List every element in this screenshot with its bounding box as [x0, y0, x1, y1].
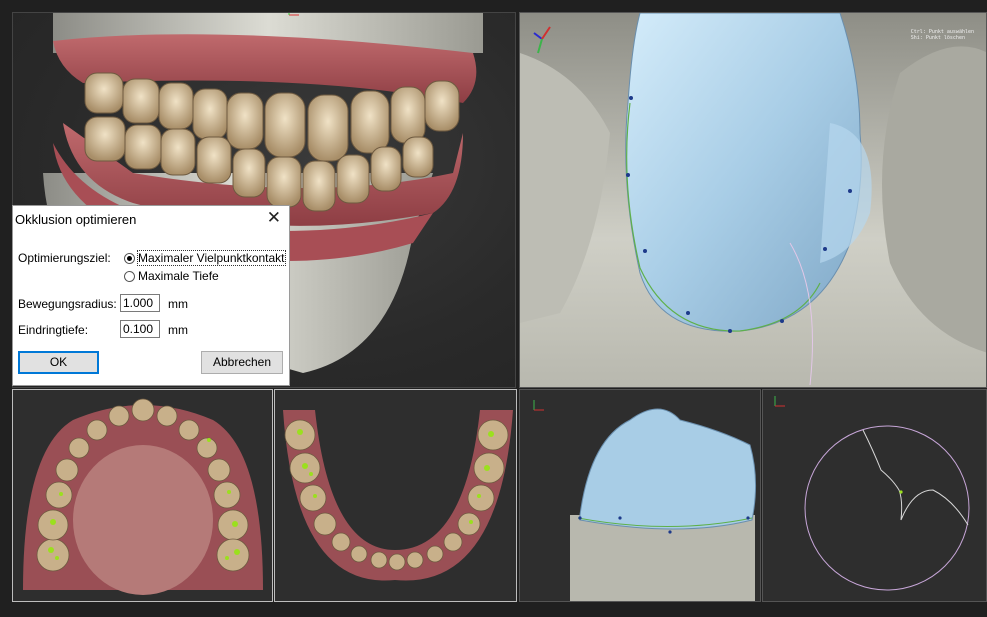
shortcut-hint: Ctrl: Punkt auswählen Shi: Punkt löschen	[911, 29, 974, 41]
goal-radio-max-depth[interactable]	[124, 271, 135, 282]
crown-side-viewport[interactable]	[519, 389, 761, 602]
section-render	[774, 396, 970, 591]
goal-label: Optimierungsziel:	[18, 251, 111, 265]
lower-arch-render	[283, 410, 513, 581]
section-viewport[interactable]	[762, 389, 987, 602]
ok-button[interactable]: OK	[18, 351, 99, 374]
goal-option-max-contact[interactable]: Maximaler Vielpunktkontakt	[137, 250, 286, 266]
occlusion-optimize-dialog: Okklusion optimieren ✕ Optimierungsziel:…	[12, 205, 290, 386]
axis-triad-icon	[533, 400, 544, 411]
depth-unit: mm	[168, 323, 188, 337]
radius-unit: mm	[168, 297, 188, 311]
goal-option-max-depth[interactable]: Maximale Tiefe	[138, 269, 219, 283]
radius-input[interactable]: 1.000	[120, 294, 160, 312]
crown-render	[520, 13, 986, 387]
upper-arch-viewport[interactable]	[12, 389, 273, 602]
close-icon[interactable]: ✕	[267, 208, 281, 228]
depth-input[interactable]: 0.100	[120, 320, 160, 338]
lower-arch-viewport[interactable]	[274, 389, 517, 602]
cancel-button[interactable]: Abbrechen	[201, 351, 283, 374]
goal-radio-max-contact[interactable]	[124, 253, 135, 264]
axis-triad-icon	[774, 396, 785, 407]
crown-detail-viewport[interactable]: Ctrl: Punkt auswählen Shi: Punkt löschen	[519, 12, 987, 388]
depth-label: Eindringtiefe:	[18, 323, 89, 337]
radius-label: Bewegungsradius:	[18, 297, 117, 311]
dialog-title: Okklusion optimieren	[15, 212, 137, 227]
hud-line: Shi: Punkt löschen	[910, 35, 965, 41]
upper-arch-render	[23, 398, 263, 595]
crown-side-render	[533, 400, 757, 601]
